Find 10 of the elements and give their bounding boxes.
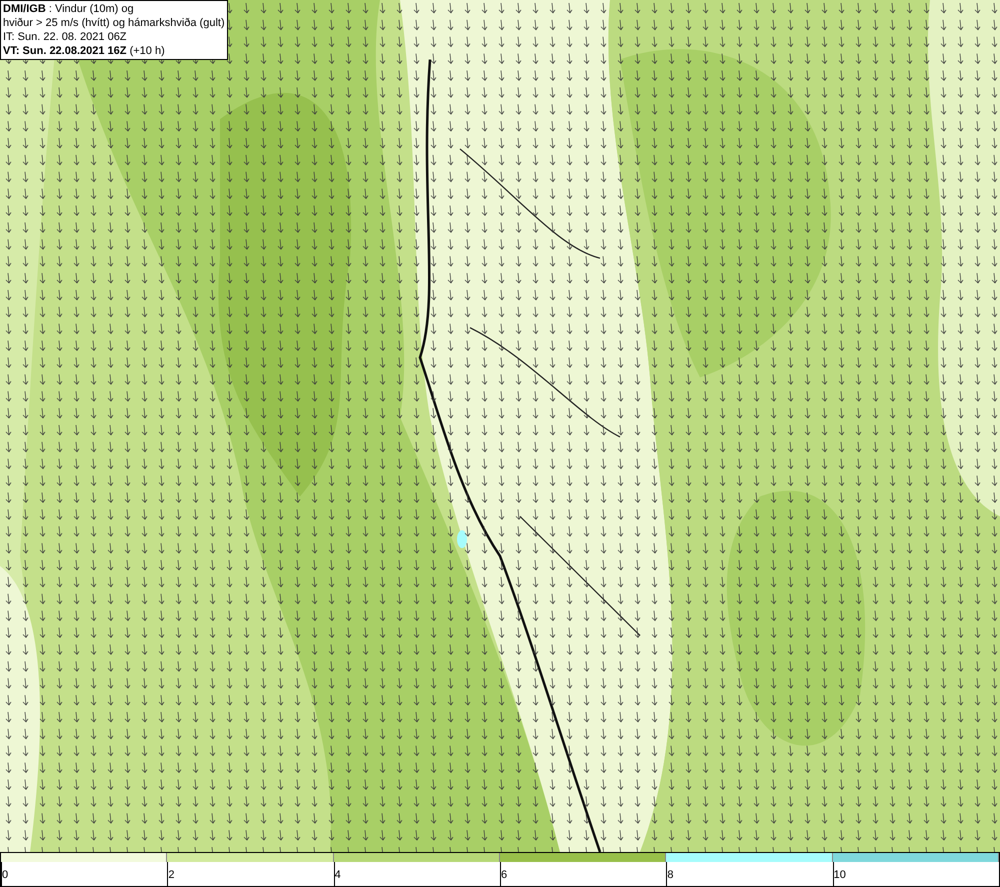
info-text: VT: Sun. 22.08.2021 16Z (+10 h) — [3, 44, 166, 58]
legend-tick-label: 2 — [168, 869, 174, 881]
info-text: hviður > 25 m/s (hvítt) og hámarkshviða (gult) — [3, 16, 225, 30]
legend-tick-label: 6 — [500, 869, 508, 881]
legend-tick-label: 0 — [2, 869, 8, 881]
legend-tick-label: 4 — [334, 869, 341, 881]
info-text: IT: Sun. 22. 08. 2021 06Z — [3, 30, 128, 44]
legend-tick-label: 8 — [667, 869, 674, 881]
legend-tick-label: 10 — [834, 869, 846, 881]
info-text: DMI/IGB : Vindur (10m) og — [3, 2, 135, 16]
